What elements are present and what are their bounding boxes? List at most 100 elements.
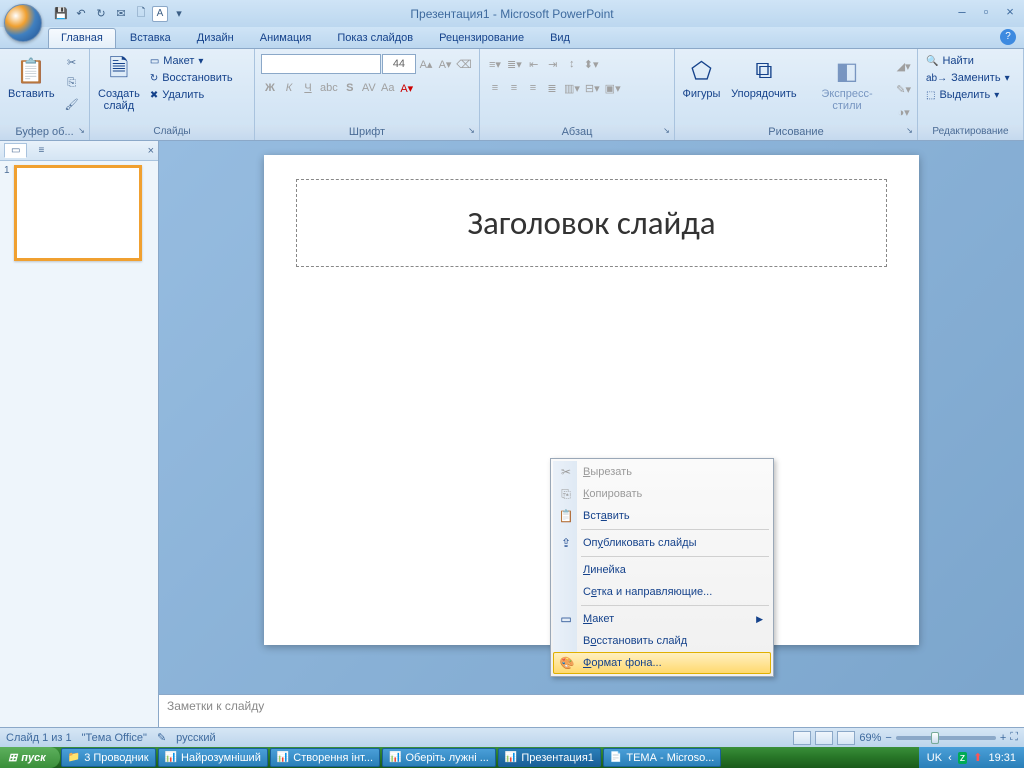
layout-button[interactable]: ▭ Макет ▾ [148, 54, 235, 68]
maximize-button[interactable]: ▫ [976, 4, 996, 20]
zoom-thumb[interactable] [931, 732, 939, 744]
font-launcher[interactable]: ↘ [466, 126, 477, 137]
taskbar-item[interactable]: 📄 ТЕМА - Microso... [603, 748, 721, 767]
replace-button[interactable]: ab→ Заменить ▾ [924, 71, 1012, 85]
justify-button[interactable]: ≣ [543, 78, 561, 98]
underline-button[interactable]: Ч [299, 78, 317, 98]
qat-save-icon[interactable]: 💾 [52, 5, 70, 23]
linespacing-button[interactable]: ↕ [563, 54, 581, 74]
pane-close-button[interactable]: × [148, 145, 154, 157]
qat-dropdown-icon[interactable]: ▾ [170, 5, 188, 23]
font-family-combo[interactable] [261, 54, 381, 74]
qat-a-button[interactable]: A [152, 6, 168, 22]
draw-launcher[interactable]: ↘ [904, 126, 915, 137]
fit-button[interactable]: ⛶ [1010, 731, 1018, 744]
ctx-grid[interactable]: Сетка и направляющие... [553, 581, 771, 603]
text-direction-button[interactable]: ⬍▾ [582, 54, 601, 74]
clear-format-button[interactable]: ⌫ [455, 54, 473, 74]
zoom-level[interactable]: 69% [859, 732, 881, 744]
smartart-button[interactable]: ▣▾ [603, 78, 623, 98]
slideshow-view-button[interactable] [837, 731, 855, 745]
ctx-paste[interactable]: 📋Вставить [553, 505, 771, 527]
shape-fill-button[interactable]: ◢▾ [894, 56, 913, 76]
start-button[interactable]: ⊞пуск [0, 747, 60, 768]
help-button[interactable]: ? [1000, 29, 1016, 45]
ctx-format-background[interactable]: 🎨Формат фона... [553, 652, 771, 674]
find-button[interactable]: 🔍 Найти [924, 54, 1012, 68]
taskbar-item[interactable]: 📁 3 Проводник [61, 748, 156, 767]
tab-slideshow[interactable]: Показ слайдов [325, 29, 425, 48]
shapes-button[interactable]: ⬠Фигуры [679, 52, 724, 102]
ctx-copy[interactable]: ⎘Копировать [553, 483, 771, 505]
numbering-button[interactable]: ≣▾ [505, 54, 524, 74]
case-button[interactable]: Aa [379, 78, 397, 98]
slides-tab[interactable]: ▭ [4, 143, 27, 158]
copy-button[interactable]: ⎘ [63, 73, 81, 93]
select-button[interactable]: ⬚ Выделить ▾ [924, 88, 1012, 102]
delete-button[interactable]: ✖ Удалить [148, 88, 235, 102]
ctx-publish[interactable]: ⇪Опубликовать слайды [553, 532, 771, 554]
cut-button[interactable]: ✂ [63, 52, 81, 72]
taskbar-item[interactable]: 📊 Створення інт... [270, 748, 380, 767]
indent-button[interactable]: ⇥ [544, 54, 562, 74]
align-left-button[interactable]: ≡ [486, 78, 504, 98]
title-placeholder[interactable]: Заголовок слайда [296, 179, 887, 267]
status-language[interactable]: русский [176, 732, 215, 744]
taskbar-item[interactable]: 📊 Найрозумніший [158, 748, 268, 767]
lang-indicator[interactable]: UK [927, 752, 942, 764]
font-color-button[interactable]: A▾ [398, 78, 416, 98]
shadow-button[interactable]: S [341, 78, 359, 98]
tab-view[interactable]: Вид [538, 29, 582, 48]
paste-button[interactable]: 📋 Вставить [4, 52, 59, 102]
taskbar-item[interactable]: 📊 Оберіть лужні ... [382, 748, 496, 767]
clock[interactable]: 19:31 [988, 752, 1016, 764]
qat-new-icon[interactable]: 🗋 [132, 5, 150, 23]
zoom-slider[interactable] [896, 736, 996, 740]
tab-design[interactable]: Дизайн [185, 29, 246, 48]
zoom-out-button[interactable]: − [885, 732, 891, 744]
qat-undo-icon[interactable]: ↶ [72, 5, 90, 23]
ctx-layout[interactable]: ▭Макет▶ [553, 608, 771, 630]
outline-tab[interactable]: ≡ [31, 143, 51, 158]
align-center-button[interactable]: ≡ [505, 78, 523, 98]
slide-thumbnail[interactable] [14, 165, 142, 261]
columns-button[interactable]: ▥▾ [562, 78, 582, 98]
format-painter-button[interactable]: 🖌 [63, 94, 81, 114]
shrink-font-button[interactable]: A▾ [436, 54, 454, 74]
tab-home[interactable]: Главная [48, 28, 116, 48]
strike-button[interactable]: abc [318, 78, 340, 98]
quick-styles-button[interactable]: ◧Экспресс-стили [804, 52, 890, 114]
office-button[interactable] [4, 4, 42, 42]
grow-font-button[interactable]: A▴ [417, 54, 435, 74]
tray-icon[interactable]: ⬆ [973, 751, 982, 764]
new-slide-button[interactable]: 🗎 Создать слайд [94, 52, 144, 114]
close-button[interactable]: × [1000, 4, 1020, 20]
ctx-cut[interactable]: ✂Вырезать [553, 461, 771, 483]
notes-pane[interactable]: Заметки к слайду [159, 694, 1024, 727]
tab-review[interactable]: Рецензирование [427, 29, 536, 48]
align-right-button[interactable]: ≡ [524, 78, 542, 98]
ctx-ruler[interactable]: Линейка [553, 559, 771, 581]
tab-animation[interactable]: Анимация [248, 29, 324, 48]
ctx-reset[interactable]: Восстановить слайд [553, 630, 771, 652]
font-size-combo[interactable]: 44 [382, 54, 416, 74]
spacing-button[interactable]: AV [360, 78, 378, 98]
italic-button[interactable]: К [280, 78, 298, 98]
shape-effects-button[interactable]: ◑▾ [894, 102, 913, 122]
normal-view-button[interactable] [793, 731, 811, 745]
para-launcher[interactable]: ↘ [661, 126, 672, 137]
arrange-button[interactable]: ⧉Упорядочить [728, 52, 800, 102]
bullets-button[interactable]: ≡▾ [486, 54, 504, 74]
clipboard-launcher[interactable]: ↘ [76, 126, 87, 137]
shape-outline-button[interactable]: ✎▾ [894, 79, 913, 99]
qat-mail-icon[interactable]: ✉ [112, 5, 130, 23]
tray-icon[interactable]: ‹ [948, 752, 952, 764]
tray-icon[interactable]: z [958, 752, 968, 764]
bold-button[interactable]: Ж [261, 78, 279, 98]
outdent-button[interactable]: ⇤ [525, 54, 543, 74]
zoom-in-button[interactable]: + [1000, 732, 1006, 744]
align-text-button[interactable]: ⊟▾ [583, 78, 602, 98]
tab-insert[interactable]: Вставка [118, 29, 183, 48]
spellcheck-icon[interactable]: ✎ [157, 731, 166, 744]
taskbar-item[interactable]: 📊 Презентация1 [498, 748, 601, 767]
